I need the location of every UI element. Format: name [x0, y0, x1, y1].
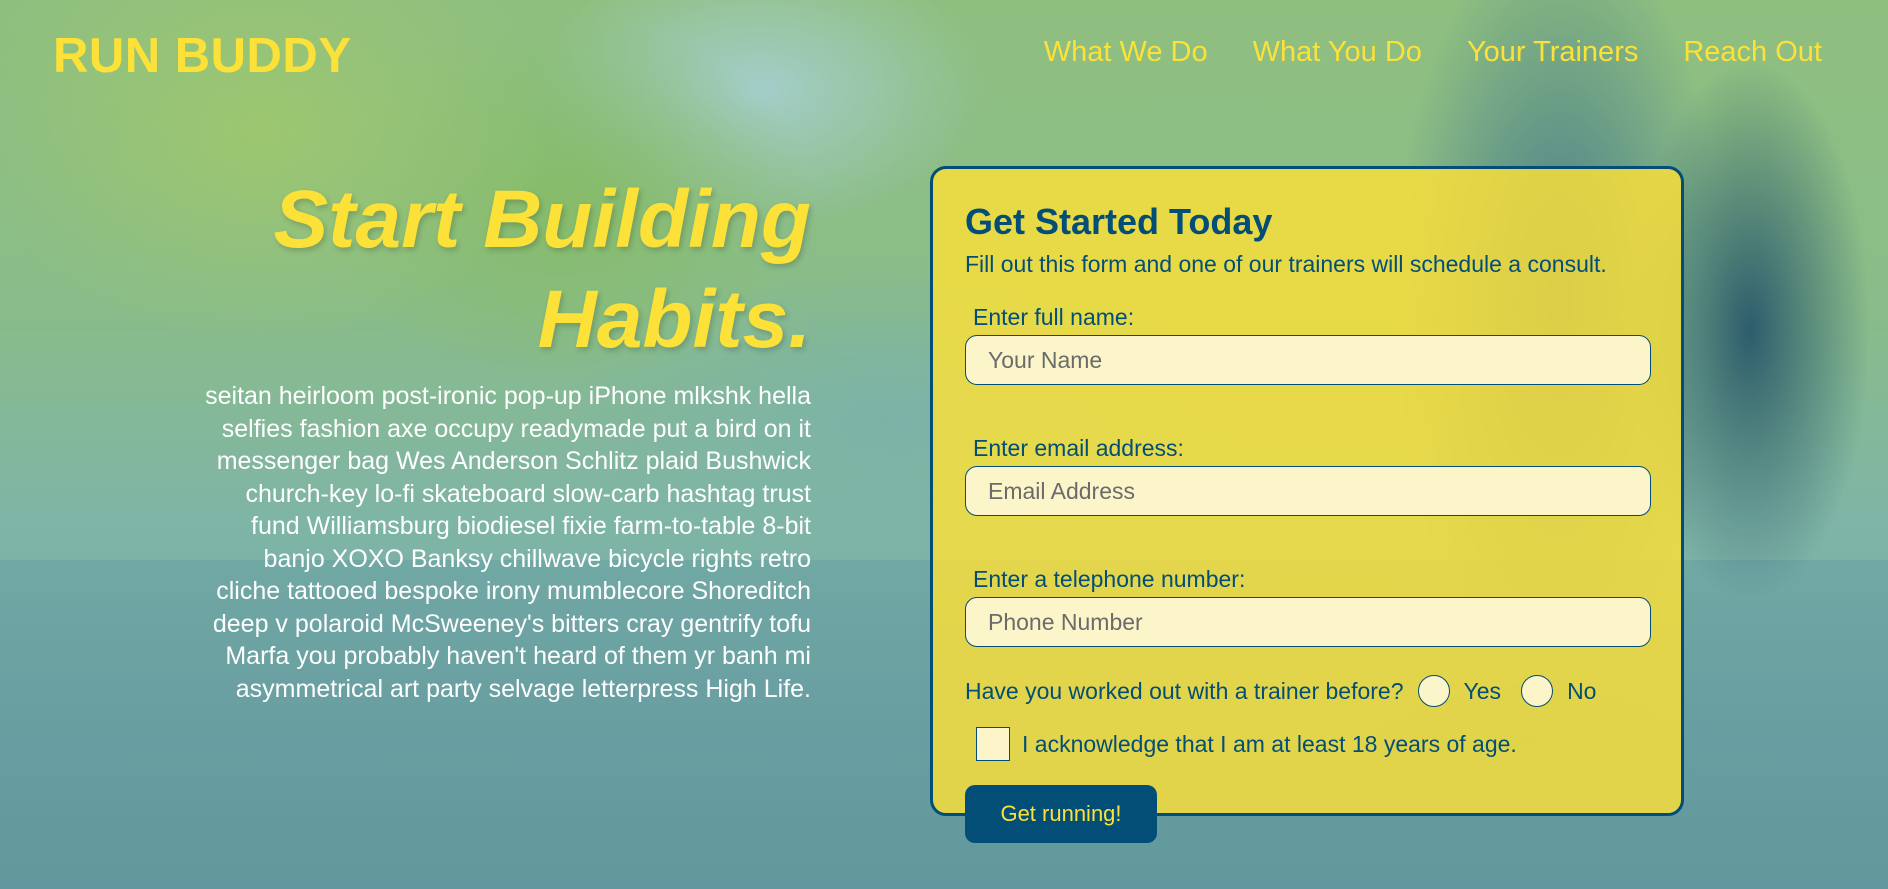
main-nav: What We Do What You Do Your Trainers Rea…: [1044, 36, 1822, 69]
hero-title-line-2: Habits.: [537, 274, 811, 365]
trainer-question: Have you worked out with a trainer befor…: [965, 675, 1649, 707]
name-label: Enter full name:: [973, 304, 1135, 330]
name-placeholder: Your Name: [988, 346, 1103, 373]
nav-link-reach-out[interactable]: Reach Out: [1683, 36, 1822, 69]
name-field-group: Enter full name: Your Name: [965, 304, 1651, 385]
hero-title: Start Building Habits.: [200, 170, 811, 370]
phone-input[interactable]: Phone Number: [965, 597, 1651, 647]
nav-link-what-we-do[interactable]: What We Do: [1044, 36, 1208, 69]
submit-button[interactable]: Get running!: [965, 785, 1157, 843]
phone-field-group: Enter a telephone number: Phone Number: [965, 566, 1651, 647]
signup-form-card: Get Started Today Fill out this form and…: [930, 166, 1684, 843]
nav-link-what-you-do[interactable]: What You Do: [1253, 36, 1422, 69]
phone-placeholder: Phone Number: [988, 608, 1143, 635]
radio-no-label[interactable]: No: [1567, 678, 1596, 705]
form-title: Get Started Today: [965, 201, 1273, 242]
radio-yes-label[interactable]: Yes: [1464, 678, 1502, 705]
site-header: RUN BUDDY What We Do What You Do Your Tr…: [0, 0, 1888, 110]
email-placeholder: Email Address: [988, 477, 1136, 504]
hero-copy: seitan heirloom post-ironic pop-up iPhon…: [205, 382, 811, 703]
radio-no[interactable]: [1521, 675, 1554, 707]
name-input[interactable]: Your Name: [965, 335, 1651, 385]
age-checkbox[interactable]: [976, 727, 1010, 761]
hero-title-line-1: Start Building: [273, 174, 811, 265]
site-logo[interactable]: RUN BUDDY: [53, 28, 352, 84]
age-checkbox-label[interactable]: I acknowledge that I am at least 18 year…: [1022, 731, 1517, 758]
hero-intro: Start Building Habits. seitan heirloom p…: [200, 170, 811, 705]
email-field-group: Enter email address: Email Address: [965, 435, 1651, 516]
nav-link-your-trainers[interactable]: Your Trainers: [1467, 36, 1638, 69]
email-input[interactable]: Email Address: [965, 466, 1651, 516]
email-label: Enter email address:: [973, 435, 1184, 461]
form-subtitle: Fill out this form and one of our traine…: [965, 251, 1607, 277]
age-acknowledgement: I acknowledge that I am at least 18 year…: [976, 727, 1649, 761]
radio-yes[interactable]: [1417, 675, 1450, 707]
phone-label: Enter a telephone number:: [973, 566, 1246, 592]
trainer-question-label: Have you worked out with a trainer befor…: [965, 677, 1404, 704]
